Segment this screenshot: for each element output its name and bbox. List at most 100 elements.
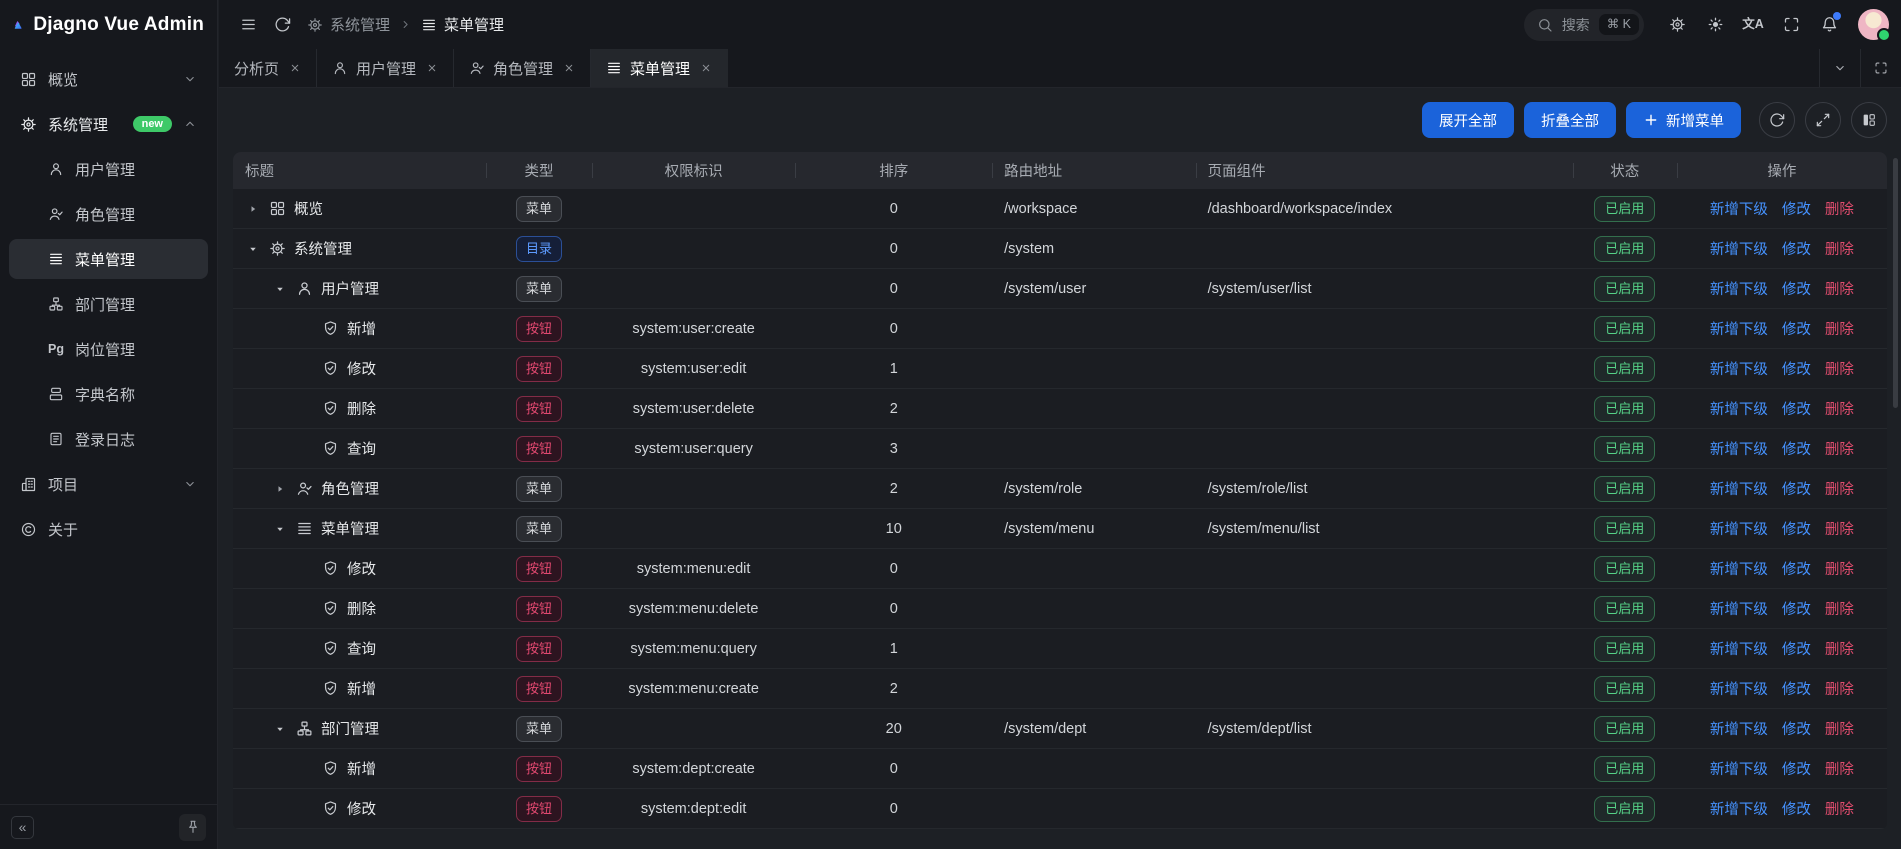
- add-child-action[interactable]: 新增下级: [1710, 638, 1768, 659]
- edit-action[interactable]: 修改: [1782, 518, 1811, 539]
- close-icon[interactable]: [700, 62, 712, 74]
- bell-button[interactable]: [1812, 8, 1846, 42]
- delete-action[interactable]: 删除: [1825, 558, 1854, 579]
- caret-down-icon[interactable]: [272, 723, 288, 735]
- delete-action[interactable]: 删除: [1825, 478, 1854, 499]
- refresh-button[interactable]: [265, 8, 299, 42]
- edit-action[interactable]: 修改: [1782, 678, 1811, 699]
- delete-action[interactable]: 删除: [1825, 438, 1854, 459]
- close-icon[interactable]: [289, 62, 301, 74]
- delete-action[interactable]: 删除: [1825, 318, 1854, 339]
- tab-角色管理[interactable]: 角色管理: [454, 49, 591, 87]
- caret-down-icon[interactable]: [272, 523, 288, 535]
- edit-action[interactable]: 修改: [1782, 798, 1811, 819]
- edit-action[interactable]: 修改: [1782, 318, 1811, 339]
- scrollbar[interactable]: [1893, 158, 1898, 408]
- add-child-action[interactable]: 新增下级: [1710, 278, 1768, 299]
- delete-action[interactable]: 删除: [1825, 398, 1854, 419]
- sidebar-item-系统管理[interactable]: 系统管理new: [9, 104, 208, 144]
- translate-button[interactable]: 文A: [1736, 8, 1770, 42]
- tab-菜单管理[interactable]: 菜单管理: [591, 49, 728, 87]
- delete-action[interactable]: 删除: [1825, 718, 1854, 739]
- edit-action[interactable]: 修改: [1782, 558, 1811, 579]
- add-child-action[interactable]: 新增下级: [1710, 678, 1768, 699]
- edit-action[interactable]: 修改: [1782, 198, 1811, 219]
- edit-action[interactable]: 修改: [1782, 478, 1811, 499]
- edit-action[interactable]: 修改: [1782, 438, 1811, 459]
- edit-action[interactable]: 修改: [1782, 278, 1811, 299]
- sidebar-item-菜单管理[interactable]: 菜单管理: [9, 239, 208, 279]
- caret-down-icon[interactable]: [245, 243, 261, 255]
- caret-right-icon[interactable]: [245, 203, 261, 215]
- close-icon[interactable]: [563, 62, 575, 74]
- sidebar-item-角色管理[interactable]: 角色管理: [9, 194, 208, 234]
- add-child-action[interactable]: 新增下级: [1710, 358, 1768, 379]
- add-child-action[interactable]: 新增下级: [1710, 758, 1768, 779]
- refresh-button[interactable]: [1759, 102, 1795, 138]
- sidebar-item-岗位管理[interactable]: Pg岗位管理: [9, 329, 208, 369]
- sidebar-item-关于[interactable]: 关于: [9, 509, 208, 549]
- sidebar-item-用户管理[interactable]: 用户管理: [9, 149, 208, 189]
- edit-action[interactable]: 修改: [1782, 718, 1811, 739]
- add-child-action[interactable]: 新增下级: [1710, 238, 1768, 259]
- cell-status: 已启用: [1573, 669, 1677, 708]
- add-child-action[interactable]: 新增下级: [1710, 478, 1768, 499]
- delete-action[interactable]: 删除: [1825, 638, 1854, 659]
- edit-action[interactable]: 修改: [1782, 598, 1811, 619]
- maximize-button[interactable]: [1805, 102, 1841, 138]
- pin-icon[interactable]: [179, 814, 206, 841]
- sidebar-collapse-button[interactable]: «: [11, 816, 34, 839]
- add-child-action[interactable]: 新增下级: [1710, 798, 1768, 819]
- add-child-action[interactable]: 新增下级: [1710, 518, 1768, 539]
- add-child-action[interactable]: 新增下级: [1710, 718, 1768, 739]
- sidebar-item-登录日志[interactable]: 登录日志: [9, 419, 208, 459]
- expand-all-button[interactable]: 展开全部: [1422, 102, 1514, 138]
- sidebar-item-项目[interactable]: 项目: [9, 464, 208, 504]
- add-menu-button[interactable]: 新增菜单: [1626, 102, 1741, 138]
- expand-all-label: 展开全部: [1439, 110, 1497, 131]
- grid-settings-button[interactable]: [1851, 102, 1887, 138]
- edit-action[interactable]: 修改: [1782, 358, 1811, 379]
- add-child-action[interactable]: 新增下级: [1710, 318, 1768, 339]
- avatar[interactable]: [1858, 9, 1889, 40]
- add-child-action[interactable]: 新增下级: [1710, 438, 1768, 459]
- sidebar-item-概览[interactable]: 概览: [9, 59, 208, 99]
- hamburger-button[interactable]: [231, 8, 265, 42]
- delete-action[interactable]: 删除: [1825, 598, 1854, 619]
- edit-action[interactable]: 修改: [1782, 398, 1811, 419]
- add-child-action[interactable]: 新增下级: [1710, 398, 1768, 419]
- logo[interactable]: Djagno Vue Admin: [0, 0, 217, 50]
- add-child-action[interactable]: 新增下级: [1710, 598, 1768, 619]
- type-badge: 菜单: [516, 196, 562, 222]
- add-child-action[interactable]: 新增下级: [1710, 558, 1768, 579]
- sidebar-item-部门管理[interactable]: 部门管理: [9, 284, 208, 324]
- delete-action[interactable]: 删除: [1825, 278, 1854, 299]
- caret-down-icon[interactable]: [272, 283, 288, 295]
- delete-action[interactable]: 删除: [1825, 198, 1854, 219]
- tab-用户管理[interactable]: 用户管理: [317, 49, 454, 87]
- add-child-action[interactable]: 新增下级: [1710, 198, 1768, 219]
- sidebar-item-字典名称[interactable]: 字典名称: [9, 374, 208, 414]
- delete-action[interactable]: 删除: [1825, 358, 1854, 379]
- delete-action[interactable]: 删除: [1825, 518, 1854, 539]
- delete-action[interactable]: 删除: [1825, 238, 1854, 259]
- chevron-down-button[interactable]: [1819, 49, 1860, 87]
- edit-action[interactable]: 修改: [1782, 238, 1811, 259]
- fullscreen-button[interactable]: [1860, 49, 1901, 87]
- edit-action[interactable]: 修改: [1782, 638, 1811, 659]
- gear-button[interactable]: [1660, 8, 1694, 42]
- collapse-all-button[interactable]: 折叠全部: [1524, 102, 1616, 138]
- delete-action[interactable]: 删除: [1825, 758, 1854, 779]
- tab-分析页[interactable]: 分析页: [219, 49, 317, 87]
- cell-status: 已启用: [1573, 349, 1677, 388]
- delete-action[interactable]: 删除: [1825, 798, 1854, 819]
- breadcrumb-item[interactable]: 菜单管理: [421, 14, 504, 35]
- close-icon[interactable]: [426, 62, 438, 74]
- delete-action[interactable]: 删除: [1825, 678, 1854, 699]
- search-input[interactable]: 搜索 ⌘ K: [1524, 9, 1644, 41]
- sun-button[interactable]: [1698, 8, 1732, 42]
- breadcrumb-item[interactable]: 系统管理: [307, 14, 390, 35]
- caret-right-icon[interactable]: [272, 483, 288, 495]
- edit-action[interactable]: 修改: [1782, 758, 1811, 779]
- fullscreen-button[interactable]: [1774, 8, 1808, 42]
